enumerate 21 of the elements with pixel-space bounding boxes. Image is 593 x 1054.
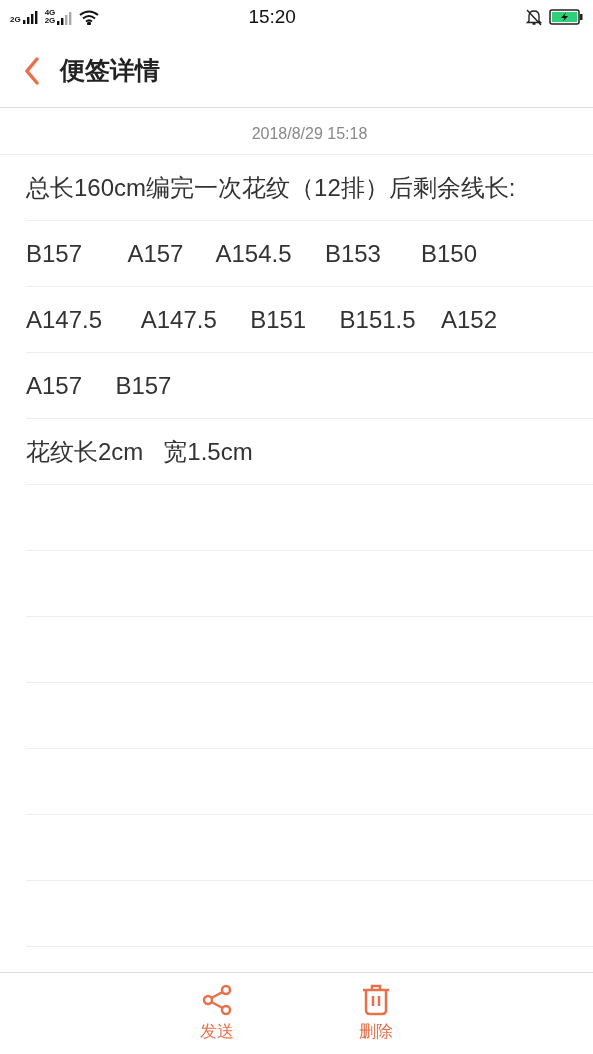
- note-line: B157 A157 A154.5 B153 B150: [26, 239, 477, 268]
- signal-icon: [57, 11, 74, 25]
- note-line: 总长160cm编完一次花纹（12排）后剩余线长:: [26, 172, 516, 203]
- note-line: A157 B157: [26, 371, 172, 400]
- battery-icon: [549, 9, 583, 25]
- network-label: 2G: [44, 17, 56, 25]
- note-line: 花纹长2cm 宽1.5cm: [26, 436, 253, 467]
- page-title: 便签详情: [60, 55, 160, 87]
- note-timestamp: 2018/8/29 15:18: [251, 125, 368, 142]
- wifi-icon: [79, 9, 100, 25]
- signal-icon: [22, 10, 39, 24]
- muted-bell-icon: [525, 8, 543, 26]
- share-button[interactable]: 发送: [200, 984, 234, 1043]
- trash-icon: [361, 984, 391, 1016]
- network-label: 4G: [44, 9, 56, 17]
- status-time: 15:20: [247, 6, 297, 28]
- back-icon[interactable]: [24, 56, 40, 85]
- network-label: 2G: [10, 16, 21, 24]
- note-line: A147.5 A147.5 B151 B151.5 A152: [26, 305, 497, 334]
- share-icon: [201, 984, 233, 1016]
- delete-button[interactable]: 删除: [359, 984, 393, 1043]
